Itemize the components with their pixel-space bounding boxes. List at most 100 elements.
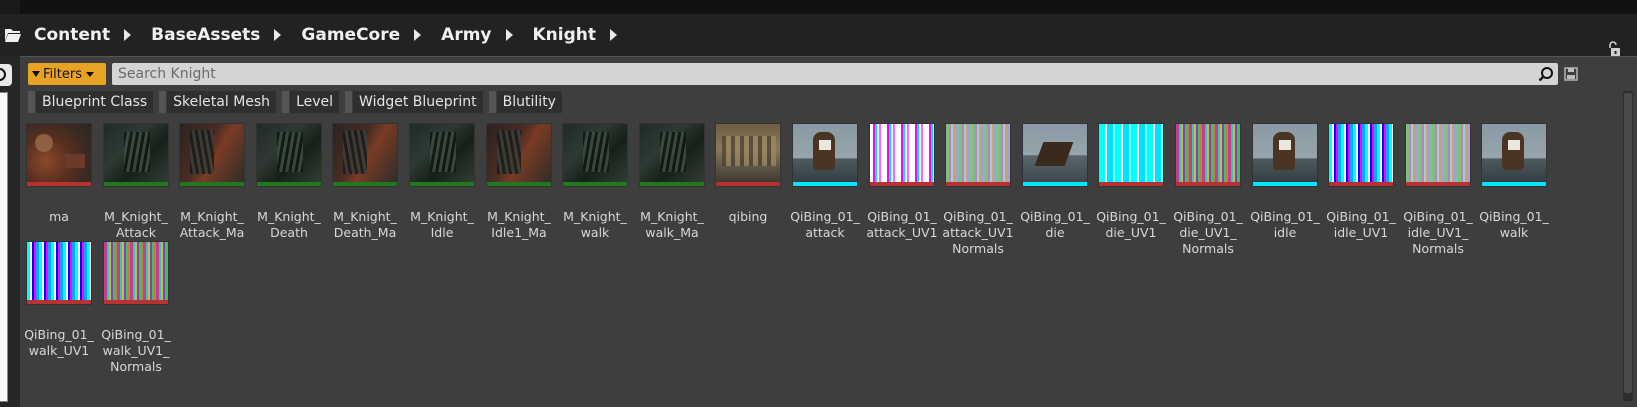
filter-chip-blueprint-class[interactable]: Blueprint Class <box>28 91 154 113</box>
asset-type-bar <box>716 182 780 186</box>
breadcrumb-item-baseassets[interactable]: BaseAssets <box>151 25 260 45</box>
breadcrumb-item-gamecore[interactable]: GameCore <box>301 25 400 45</box>
asset-thumbnail <box>1175 123 1241 187</box>
asset-tile[interactable]: M_Knight_ Death_Ma <box>332 123 402 241</box>
chevron-right-icon[interactable] <box>610 29 618 41</box>
asset-thumbnail <box>256 123 322 187</box>
chevron-right-icon[interactable] <box>124 29 132 41</box>
asset-tile[interactable]: M_Knight_ Idle1_Ma <box>486 123 556 241</box>
asset-thumbnail <box>715 123 781 187</box>
asset-type-bar <box>1023 182 1087 186</box>
asset-tile[interactable]: QiBing_01_ die_UV1_ Normals <box>1173 123 1245 257</box>
asset-type-bar <box>180 182 244 186</box>
asset-type-bar <box>1406 182 1470 186</box>
unlock-icon[interactable] <box>1607 41 1621 57</box>
asset-tile[interactable]: qibing <box>715 123 785 225</box>
filter-checkbox[interactable] <box>488 91 497 113</box>
asset-tile[interactable]: QiBing_01_ walk_UV1_ Normals <box>101 241 173 375</box>
folder-tree[interactable] <box>0 92 8 402</box>
chevron-down-icon <box>85 71 94 77</box>
asset-label: QiBing_01_ idle_UV1_ Normals <box>1403 209 1473 256</box>
asset-tile[interactable]: M_Knight_ Attack <box>103 123 173 241</box>
asset-type-bar <box>1482 182 1546 186</box>
asset-type-bar <box>1329 182 1393 186</box>
title-strip-panel <box>20 0 1637 14</box>
asset-type-bar <box>410 182 474 186</box>
asset-tile[interactable]: QiBing_01_ walk <box>1479 123 1551 241</box>
filter-chip-level[interactable]: Level <box>282 91 340 113</box>
filter-checkbox[interactable] <box>345 91 354 113</box>
filter-chip-label: Skeletal Mesh <box>173 94 271 110</box>
asset-tile[interactable]: M_Knight_ Death <box>256 123 326 241</box>
filter-chips: Blueprint Class Skeletal Mesh Level Widg… <box>28 91 568 113</box>
asset-thumbnail <box>639 123 705 187</box>
search-input[interactable] <box>112 63 1558 85</box>
asset-label: QiBing_01_ die_UV1 <box>1096 209 1166 240</box>
filters-button[interactable]: Filters <box>28 63 106 85</box>
asset-tile[interactable]: QiBing_01_ idle <box>1250 123 1322 241</box>
asset-type-bar <box>1253 182 1317 186</box>
asset-tile[interactable]: QiBing_01_ attack_UV1 Normals <box>942 123 1015 257</box>
asset-tile[interactable]: M_Knight_ Idle <box>409 123 479 241</box>
asset-thumbnail <box>332 123 398 187</box>
asset-label: QiBing_01_ walk <box>1479 209 1549 240</box>
chevron-right-icon[interactable] <box>505 29 513 41</box>
asset-thumbnail <box>1098 123 1164 187</box>
funnel-icon <box>32 71 40 77</box>
asset-tile[interactable]: QiBing_01_ attack_UV1 <box>866 123 939 241</box>
asset-label: qibing <box>728 209 768 224</box>
asset-label: QiBing_01_ die <box>1020 209 1090 240</box>
asset-type-bar <box>563 182 627 186</box>
asset-view: Filters Blueprint Class Skeletal Mesh Le… <box>20 56 1637 407</box>
save-search-icon[interactable] <box>1564 66 1578 81</box>
asset-label: QiBing_01_ die_UV1_ Normals <box>1173 209 1243 256</box>
asset-tile[interactable]: QiBing_01_ die <box>1020 123 1092 241</box>
asset-tile[interactable]: ma <box>26 123 96 225</box>
asset-label: QiBing_01_ attack_UV1 <box>866 209 938 240</box>
asset-tile[interactable]: QiBing_01_ walk_UV1 <box>24 241 96 359</box>
chevron-right-icon[interactable] <box>414 29 422 41</box>
asset-thumbnail <box>103 241 169 305</box>
filter-checkbox[interactable] <box>159 91 168 113</box>
asset-label: QiBing_01_ idle_UV1 <box>1326 209 1396 240</box>
asset-thumbnail <box>1022 123 1088 187</box>
asset-tile[interactable]: QiBing_01_ idle_UV1 <box>1326 123 1398 241</box>
asset-thumbnail <box>103 123 169 187</box>
asset-type-bar <box>104 300 168 304</box>
asset-tile[interactable]: QiBing_01_ attack <box>790 123 862 241</box>
asset-tile[interactable]: QiBing_01_ idle_UV1_ Normals <box>1403 123 1475 257</box>
filter-chip-widget-blueprint[interactable]: Widget Blueprint <box>345 91 483 113</box>
asset-label: M_Knight_ walk_Ma <box>640 209 704 240</box>
search-field[interactable] <box>112 63 1558 85</box>
asset-type-bar <box>487 182 551 186</box>
asset-thumbnail <box>792 123 858 187</box>
asset-type-bar <box>946 182 1010 186</box>
filter-checkbox[interactable] <box>282 91 291 113</box>
scrollbar[interactable] <box>1623 91 1633 401</box>
asset-tile[interactable]: M_Knight_ walk <box>562 123 632 241</box>
asset-label: QiBing_01_ idle <box>1250 209 1320 240</box>
asset-tile[interactable]: QiBing_01_ die_UV1 <box>1096 123 1168 241</box>
asset-label: M_Knight_ Death_Ma <box>333 209 397 240</box>
chevron-right-icon[interactable] <box>274 29 282 41</box>
search-icon[interactable] <box>1538 66 1554 82</box>
filter-chip-skeletal-mesh[interactable]: Skeletal Mesh <box>159 91 277 113</box>
breadcrumb-item-army[interactable]: Army <box>441 25 491 45</box>
asset-thumbnail <box>562 123 628 187</box>
asset-tile[interactable]: M_Knight_ Attack_Ma <box>179 123 249 241</box>
filter-chip-label: Level <box>296 94 334 110</box>
asset-type-bar <box>1176 182 1240 186</box>
scrollbar-thumb[interactable] <box>1624 93 1632 393</box>
filter-chip-label: Widget Blueprint <box>359 94 477 110</box>
filter-checkbox[interactable] <box>28 91 36 113</box>
title-strip <box>0 0 1637 14</box>
asset-thumbnail <box>486 123 552 187</box>
filter-chip-blutility[interactable]: Blutility <box>488 91 562 113</box>
asset-tile[interactable]: M_Knight_ walk_Ma <box>639 123 709 241</box>
breadcrumb-item-knight[interactable]: Knight <box>533 25 597 45</box>
search-icon[interactable] <box>0 64 12 86</box>
asset-type-bar <box>333 182 397 186</box>
folder-open-icon[interactable] <box>4 26 22 44</box>
breadcrumb-item-content[interactable]: Content <box>34 25 110 45</box>
asset-type-bar <box>640 182 704 186</box>
